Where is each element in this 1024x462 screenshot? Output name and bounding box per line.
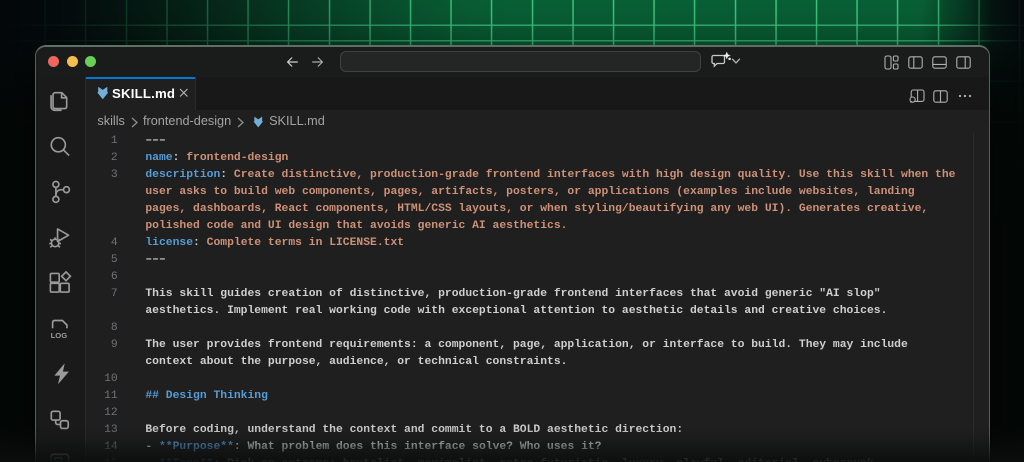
svg-text:LOG: LOG xyxy=(51,331,68,340)
